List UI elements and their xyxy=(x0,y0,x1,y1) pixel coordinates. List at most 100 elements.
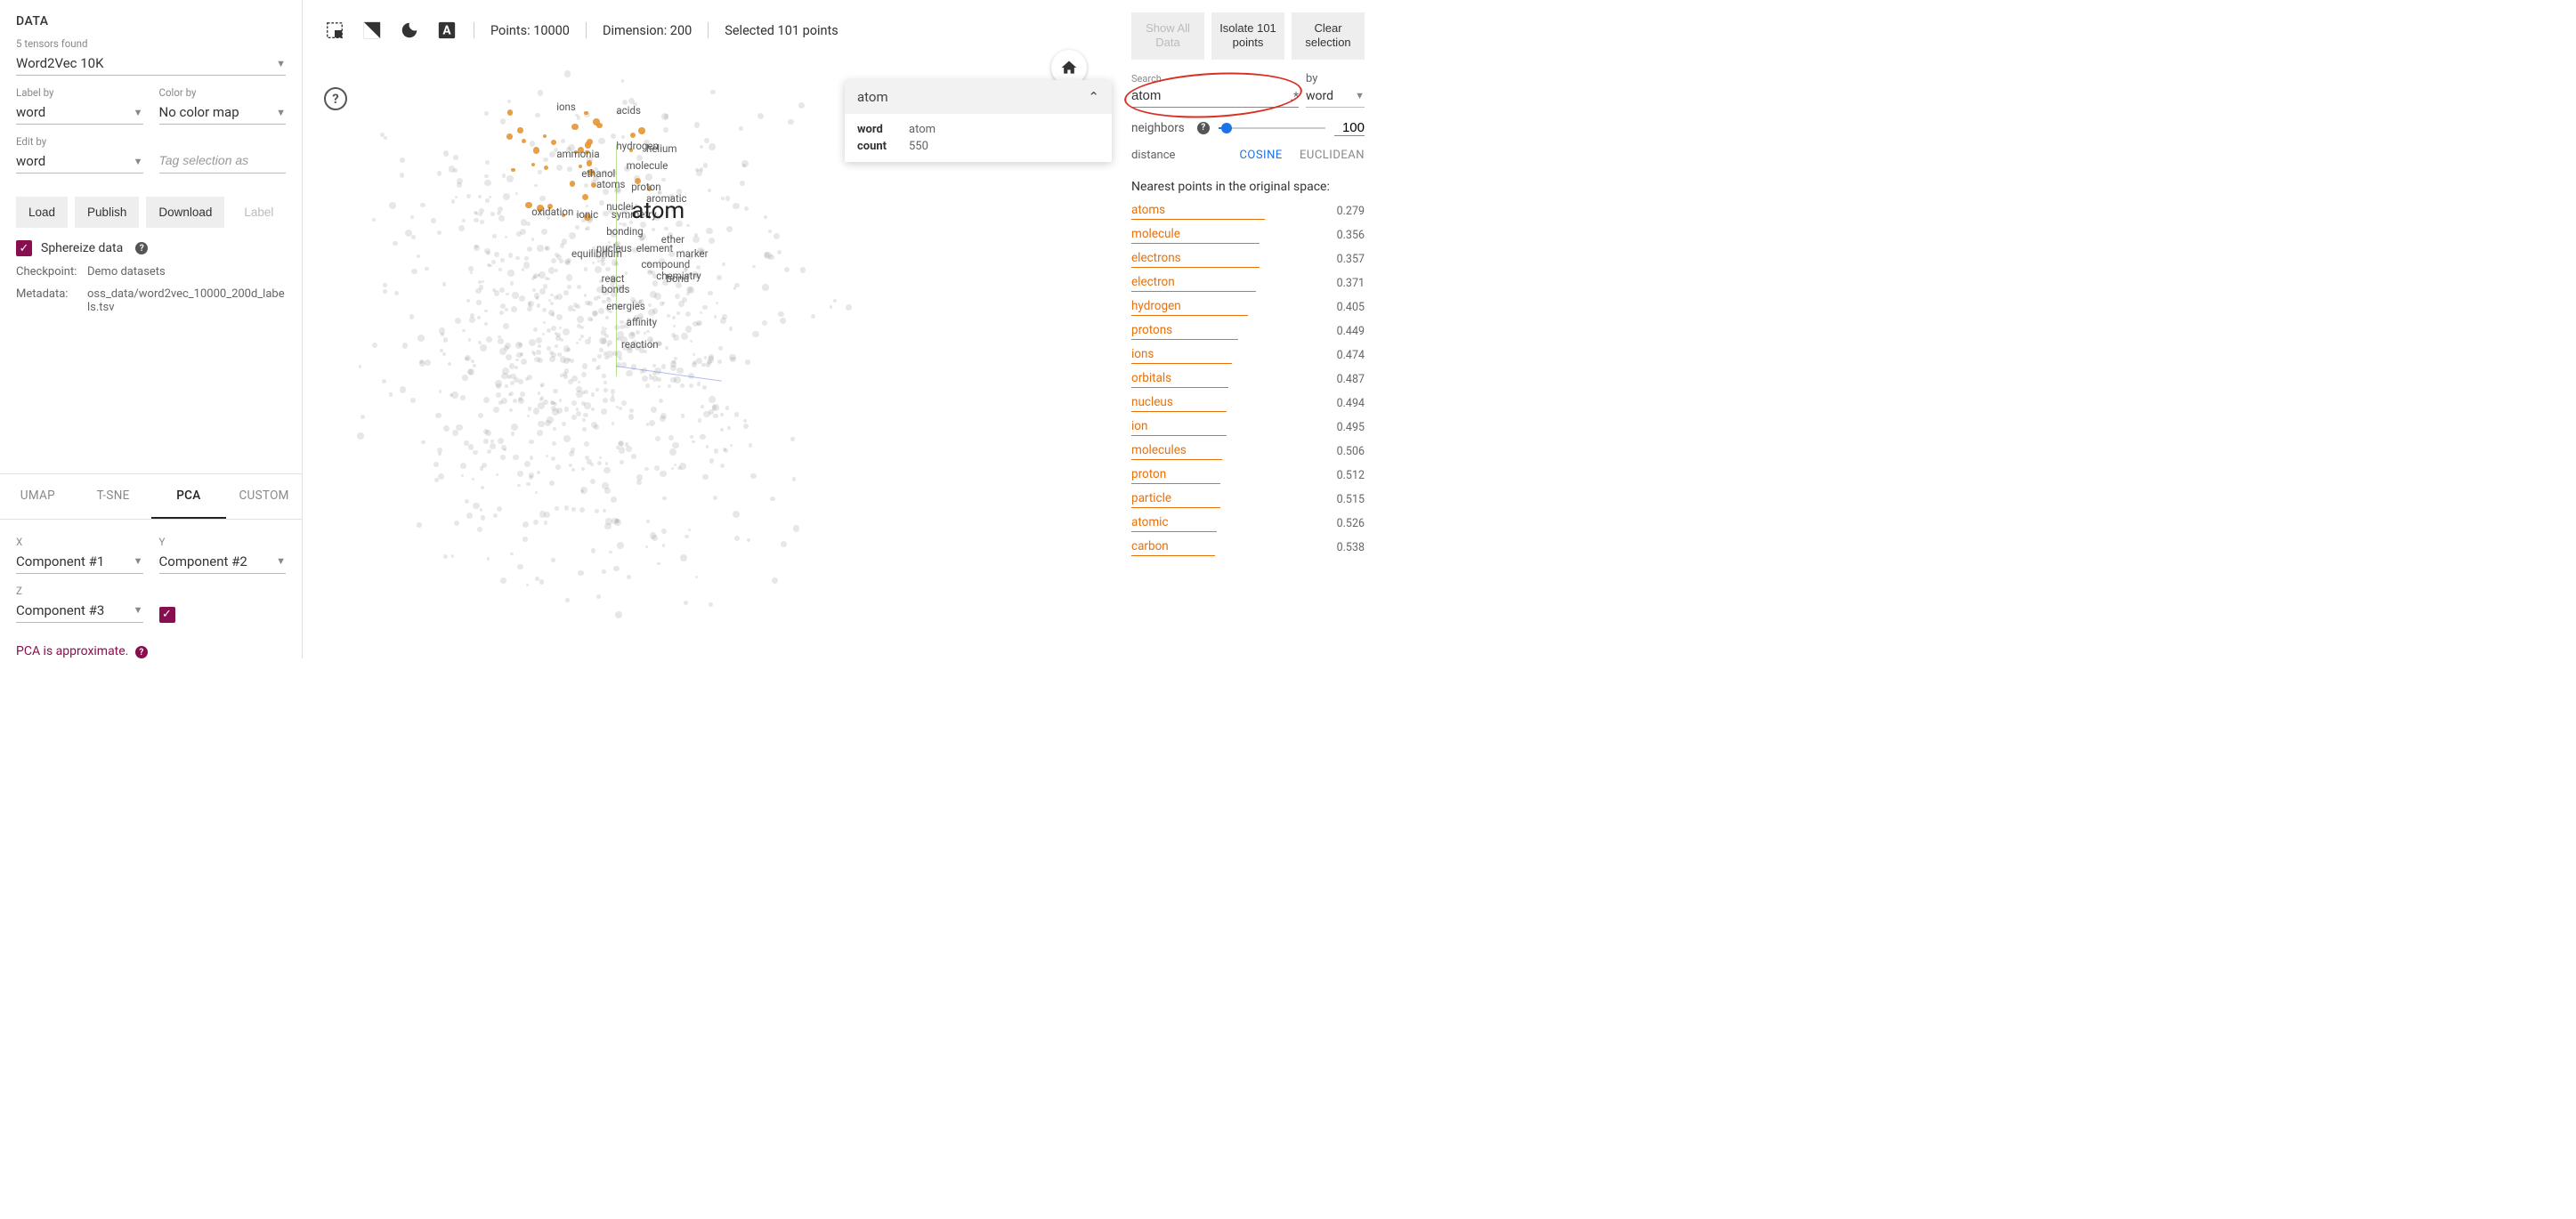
checkpoint-label: Checkpoint: xyxy=(16,265,87,279)
label-by-select[interactable]: word▼ xyxy=(16,101,143,125)
point-label: ammonia xyxy=(556,148,599,160)
metadata-label: Metadata: xyxy=(16,287,87,314)
point-label: equilibrium xyxy=(571,247,622,260)
contrast-icon[interactable] xyxy=(361,20,383,41)
tab-custom[interactable]: CUSTOM xyxy=(226,474,302,519)
nearest-item[interactable]: hydrogen0.405 xyxy=(1131,299,1365,316)
neighbors-slider[interactable] xyxy=(1219,127,1325,129)
text-label-icon[interactable]: A xyxy=(436,20,458,41)
pca-y-label: Y xyxy=(159,536,287,548)
nearest-item[interactable]: carbon0.538 xyxy=(1131,539,1365,556)
point-label: atoms xyxy=(596,178,625,190)
point-label: molecule xyxy=(627,159,668,172)
pca-note: PCA is approximate. xyxy=(16,644,128,658)
data-title: DATA xyxy=(0,0,302,37)
distance-euclidean[interactable]: EUCLIDEAN xyxy=(1300,149,1365,162)
svg-text:A: A xyxy=(442,24,451,38)
pca-z-checkbox[interactable]: ✓ xyxy=(159,607,175,623)
nearest-item[interactable]: molecule0.356 xyxy=(1131,227,1365,244)
edit-by-select[interactable]: word▼ xyxy=(16,149,143,174)
label-button: Label xyxy=(231,197,286,228)
point-label: acids xyxy=(616,104,641,117)
nearest-item[interactable]: nucleus0.494 xyxy=(1131,395,1365,412)
download-button[interactable]: Download xyxy=(146,197,224,228)
point-label: reaction xyxy=(621,338,659,351)
nearest-item[interactable]: atomic0.526 xyxy=(1131,515,1365,532)
point-label: marker xyxy=(676,247,709,260)
search-label: Search xyxy=(1131,73,1299,85)
tab-tsne[interactable]: T-SNE xyxy=(76,474,151,519)
pca-x-select[interactable]: Component #1▼ xyxy=(16,550,143,574)
points-count: Points: 10000 xyxy=(490,23,570,38)
nearest-item[interactable]: ions0.474 xyxy=(1131,347,1365,364)
help-icon[interactable]: ? xyxy=(135,242,148,254)
help-icon[interactable]: ? xyxy=(1197,122,1210,134)
dimension-count: Dimension: 200 xyxy=(603,23,692,38)
nearest-item[interactable]: protons0.449 xyxy=(1131,323,1365,340)
distance-cosine[interactable]: COSINE xyxy=(1239,149,1282,162)
nearest-title: Nearest points in the original space: xyxy=(1131,180,1365,194)
pca-x-label: X xyxy=(16,536,143,548)
publish-button[interactable]: Publish xyxy=(75,197,139,228)
tab-pca[interactable]: PCA xyxy=(151,474,227,519)
chevron-down-icon: ▼ xyxy=(134,107,143,118)
nearest-item[interactable]: atoms0.279 xyxy=(1131,203,1365,220)
point-label: ions xyxy=(556,101,576,113)
checkpoint-value: Demo datasets xyxy=(87,265,286,279)
tensor-select[interactable]: Word2Vec 10K▼ xyxy=(16,52,286,76)
neighbors-label: neighbors xyxy=(1131,121,1185,135)
tag-input[interactable] xyxy=(159,148,287,174)
neighbors-value[interactable] xyxy=(1334,120,1365,136)
chevron-up-icon: ⌃ xyxy=(1088,89,1099,105)
nearest-item[interactable]: ion0.495 xyxy=(1131,419,1365,436)
point-label: ionic xyxy=(577,208,599,221)
load-button[interactable]: Load xyxy=(16,197,68,228)
edit-by-label: Edit by xyxy=(16,135,143,148)
distance-label: distance xyxy=(1131,149,1175,162)
point-label: affinity xyxy=(627,316,657,328)
help-icon[interactable]: ? xyxy=(135,646,148,658)
chevron-down-icon: ▼ xyxy=(276,107,286,118)
clear-selection-button[interactable]: Clear selection xyxy=(1292,12,1365,60)
show-all-button: Show All Data xyxy=(1131,12,1204,60)
pca-y-select[interactable]: Component #2▼ xyxy=(159,550,287,574)
tensors-hint: 5 tensors found xyxy=(16,37,286,50)
chevron-down-icon: ▼ xyxy=(1355,90,1365,101)
night-mode-icon[interactable] xyxy=(399,20,420,41)
color-by-label: Color by xyxy=(159,86,287,99)
color-by-select[interactable]: No color map▼ xyxy=(159,101,287,125)
tab-umap[interactable]: UMAP xyxy=(0,474,76,519)
search-by-label: by xyxy=(1306,72,1365,85)
sphereize-label: Sphereize data xyxy=(41,241,123,255)
nearest-item[interactable]: electrons0.357 xyxy=(1131,251,1365,268)
selected-point-label: atom xyxy=(631,198,685,224)
pca-z-select[interactable]: Component #3▼ xyxy=(16,599,143,623)
label-by-label: Label by xyxy=(16,86,143,99)
search-input[interactable] xyxy=(1131,85,1299,108)
chevron-down-icon: ▼ xyxy=(276,555,286,567)
nearest-item[interactable]: particle0.515 xyxy=(1131,491,1365,508)
point-label: helium xyxy=(646,142,676,155)
search-by-select[interactable]: word▼ xyxy=(1306,85,1365,108)
chevron-down-icon: ▼ xyxy=(134,604,143,616)
point-label: bonds xyxy=(602,283,630,295)
point-label: bonding xyxy=(606,225,643,238)
point-tooltip: atom⌃ wordatom count550 xyxy=(845,80,1112,162)
nearest-item[interactable]: molecules0.506 xyxy=(1131,443,1365,460)
nearest-item[interactable]: electron0.371 xyxy=(1131,275,1365,292)
selected-count: Selected 101 points xyxy=(725,23,838,38)
point-label: bond xyxy=(666,272,689,285)
point-label: ether xyxy=(661,233,685,246)
point-label: oxidation xyxy=(531,206,573,218)
nearest-item[interactable]: proton0.512 xyxy=(1131,467,1365,484)
scatter-plot[interactable]: ionsacidshydrogenheliumammoniaethanolmol… xyxy=(347,62,852,658)
sphereize-checkbox[interactable]: ✓ xyxy=(16,240,32,256)
select-tool-icon[interactable] xyxy=(324,20,345,41)
tooltip-header[interactable]: atom⌃ xyxy=(845,80,1112,114)
help-icon[interactable]: ? xyxy=(324,87,347,110)
chevron-down-icon: ▼ xyxy=(134,555,143,567)
regex-toggle[interactable]: .* xyxy=(1290,90,1299,104)
isolate-button[interactable]: Isolate 101 points xyxy=(1211,12,1284,60)
chevron-down-icon: ▼ xyxy=(134,156,143,167)
nearest-item[interactable]: orbitals0.487 xyxy=(1131,371,1365,388)
